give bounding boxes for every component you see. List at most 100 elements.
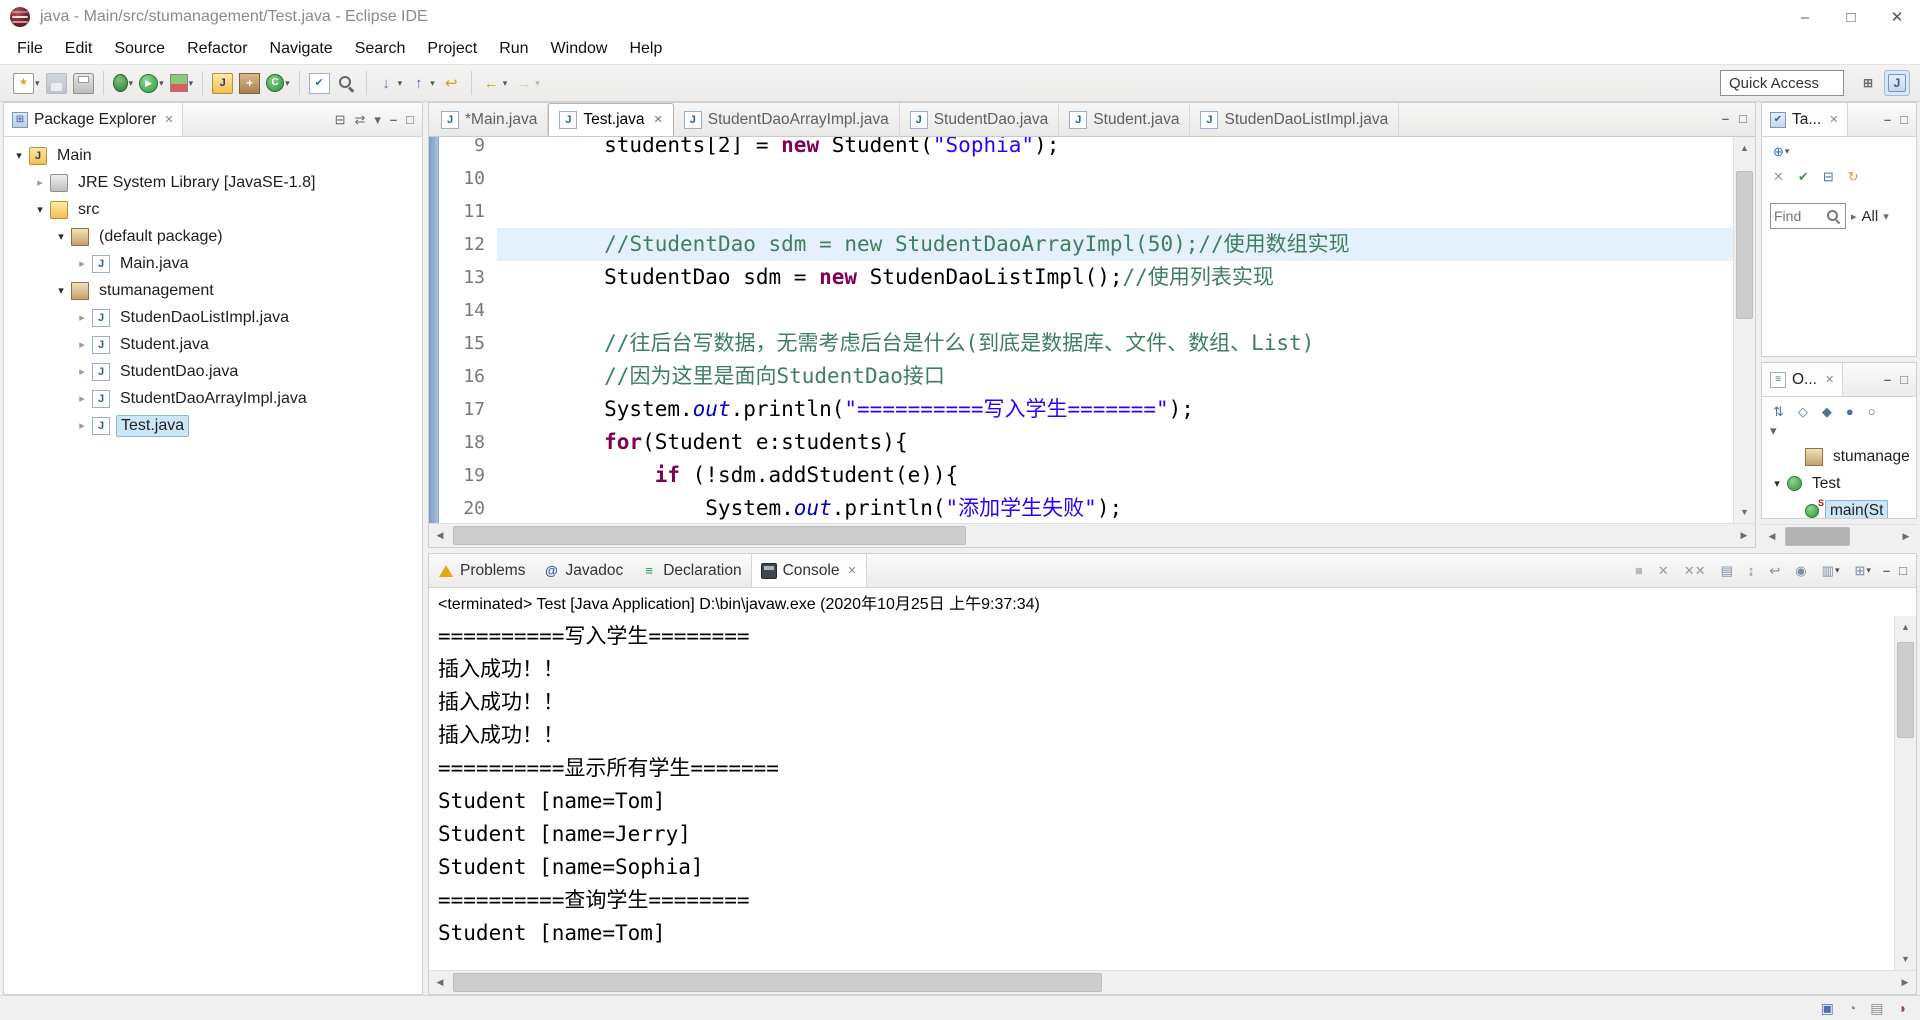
scroll-thumb[interactable] — [1736, 171, 1753, 319]
close-view-icon[interactable] — [164, 113, 173, 126]
tree-item[interactable]: ▸JStudentDaoArrayImpl.java — [4, 385, 422, 412]
background-jobs-icon[interactable]: ◑ — [1898, 1001, 1906, 1015]
menu-file[interactable]: File — [6, 36, 54, 62]
tree-item[interactable]: ▸JStudent.java — [4, 331, 422, 358]
tree-item[interactable]: main(St — [1762, 497, 1916, 518]
console-terminate-button[interactable]: ■ — [1633, 562, 1645, 579]
editor-tab[interactable]: JStudentDao.java — [900, 103, 1060, 136]
tree-item[interactable]: ▾src — [4, 196, 422, 223]
maximize-view-icon[interactable] — [1899, 564, 1907, 577]
new-task-button[interactable]: ⊕▾ — [1771, 143, 1791, 160]
collapsed-arrow-icon[interactable]: ▸ — [73, 392, 91, 405]
collapse-all-button[interactable]: ⊟ — [1821, 168, 1836, 185]
minimize-view-icon[interactable] — [1884, 113, 1891, 126]
view-tab-problems[interactable]: Problems — [429, 554, 534, 587]
toolbar-debug-button[interactable]: ▾ — [111, 72, 136, 94]
console-scroll-lock-button[interactable]: ↨ — [1746, 562, 1757, 579]
editor-tab[interactable]: JTest.java✕ — [548, 103, 673, 136]
menu-source[interactable]: Source — [103, 36, 176, 62]
console-horizontal-scrollbar[interactable]: ◀ ▶ — [429, 970, 1916, 994]
toolbar-forward-button[interactable]: →▾ — [511, 71, 542, 96]
close-view-icon[interactable]: ✕ — [847, 564, 856, 577]
console-remove-launch-button[interactable]: ✕ — [1656, 562, 1671, 579]
collapsed-arrow-icon[interactable]: ▸ — [73, 257, 91, 270]
toolbar-print-button[interactable] — [71, 71, 96, 96]
toolbar-run-button[interactable]: ▶▾ — [137, 72, 166, 95]
tree-item[interactable]: ▸JRE System Library [JavaSE-1.8] — [4, 169, 422, 196]
show-view-icon[interactable]: ▣ — [1821, 1001, 1834, 1015]
scroll-up-icon[interactable]: ▲ — [1895, 616, 1916, 638]
console-open-console-button[interactable]: ⊞▾ — [1852, 562, 1872, 579]
view-menu-icon[interactable] — [1770, 423, 1777, 438]
editor-tab[interactable]: J*Main.java — [431, 103, 548, 136]
java-perspective-button[interactable]: J — [1884, 70, 1910, 96]
delete-task-button[interactable]: ✕ — [1771, 168, 1786, 185]
editor-horizontal-scrollbar[interactable]: ◀ ▶ — [429, 523, 1755, 547]
minimize-view-icon[interactable] — [1883, 564, 1890, 577]
close-button[interactable]: ✕ — [1874, 0, 1920, 34]
outline-tab[interactable]: O... — [1762, 363, 1843, 396]
console-clear-console-button[interactable]: ▤ — [1719, 562, 1735, 579]
toolbar-coverage-button[interactable]: ▾ — [168, 72, 196, 94]
task-find-box[interactable] — [1770, 203, 1846, 229]
scroll-down-icon[interactable]: ▼ — [1895, 948, 1916, 970]
scroll-left-icon[interactable]: ◀ — [429, 524, 451, 547]
scroll-left-icon[interactable]: ◀ — [429, 971, 451, 994]
tasks-icon[interactable]: ▤ — [1870, 1001, 1883, 1015]
hide-local-types-button[interactable]: ○ — [1866, 403, 1878, 420]
quick-access-box[interactable]: Quick Access — [1720, 70, 1844, 96]
collapsed-arrow-icon[interactable]: ▸ — [73, 419, 91, 432]
tree-item[interactable]: ▸JStudentDao.java — [4, 358, 422, 385]
expanded-arrow-icon[interactable]: ▾ — [10, 149, 28, 162]
collapse-all-icon[interactable] — [335, 113, 346, 126]
close-view-icon[interactable] — [1829, 113, 1838, 126]
maximize-view-icon[interactable] — [1900, 373, 1908, 386]
view-tab-javadoc[interactable]: @Javadoc — [534, 554, 632, 587]
maximize-editor-icon[interactable] — [1739, 112, 1747, 125]
sort-button[interactable]: ⇅ — [1771, 403, 1786, 420]
scroll-right-icon[interactable]: ▶ — [1895, 525, 1917, 548]
open-perspective-button[interactable]: ⊞ — [1856, 71, 1880, 95]
expanded-arrow-icon[interactable]: ▾ — [31, 203, 49, 216]
tree-item[interactable]: ▾stumanagement — [4, 277, 422, 304]
tree-item[interactable]: ▾JMain — [4, 142, 422, 169]
scroll-right-icon[interactable]: ▶ — [1894, 971, 1916, 994]
toolbar-next-annotation-button[interactable]: ↓▾ — [374, 71, 405, 96]
scroll-right-icon[interactable]: ▶ — [1733, 524, 1755, 547]
maximize-button[interactable]: □ — [1828, 0, 1874, 34]
scroll-track[interactable] — [1734, 159, 1755, 501]
code-pane[interactable]: students[2] = new Student("Sophia"); //S… — [497, 137, 1733, 523]
scroll-down-icon[interactable]: ▼ — [1734, 501, 1755, 523]
maximize-view-icon[interactable] — [406, 113, 414, 126]
console-pin-console-button[interactable]: ◉ — [1793, 562, 1808, 579]
toolbar-last-edit-location-button[interactable]: ↩ — [439, 71, 464, 96]
right-horizontal-scrollbar[interactable]: ◀ ▶ — [1761, 524, 1917, 548]
hide-fields-button[interactable]: ◇ — [1796, 403, 1810, 420]
package-explorer-tree[interactable]: ▾JMain▸JRE System Library [JavaSE-1.8]▾s… — [4, 137, 422, 994]
collapsed-arrow-icon[interactable]: ▸ — [73, 311, 91, 324]
code-editor[interactable]: 91011121314151617181920 students[2] = ne… — [429, 137, 1755, 523]
editor-tab[interactable]: JStudenDaoListImpl.java — [1190, 103, 1399, 136]
task-filter-all[interactable]: All — [1862, 208, 1879, 225]
console-vertical-scrollbar[interactable]: ▲ ▼ — [1894, 616, 1916, 970]
tree-item[interactable]: ▸JMain.java — [4, 250, 422, 277]
close-tab-icon[interactable]: ✕ — [654, 113, 663, 126]
menu-navigate[interactable]: Navigate — [259, 36, 344, 62]
task-find-input[interactable] — [1774, 208, 1826, 224]
menu-run[interactable]: Run — [488, 36, 539, 62]
filter-dropdown-icon[interactable]: ▾ — [1883, 210, 1889, 223]
scroll-thumb[interactable] — [453, 526, 966, 545]
tree-item[interactable]: stumanage — [1762, 443, 1916, 470]
menu-project[interactable]: Project — [416, 36, 488, 62]
console-body[interactable]: ==========写入学生========插入成功！！插入成功！！插入成功！！… — [429, 616, 1916, 970]
toolbar-new-java-class-button[interactable]: C▾ — [264, 72, 292, 94]
tree-item[interactable]: ▸JTest.java — [4, 412, 422, 439]
minimize-button[interactable]: – — [1782, 0, 1828, 34]
scroll-track[interactable] — [451, 971, 1894, 994]
minimize-editor-icon[interactable] — [1722, 112, 1729, 125]
minimize-view-icon[interactable] — [390, 113, 397, 126]
scroll-track[interactable] — [1783, 525, 1895, 548]
tree-item[interactable]: ▾(default package) — [4, 223, 422, 250]
menu-help[interactable]: Help — [618, 36, 673, 62]
link-with-editor-icon[interactable] — [354, 113, 365, 126]
